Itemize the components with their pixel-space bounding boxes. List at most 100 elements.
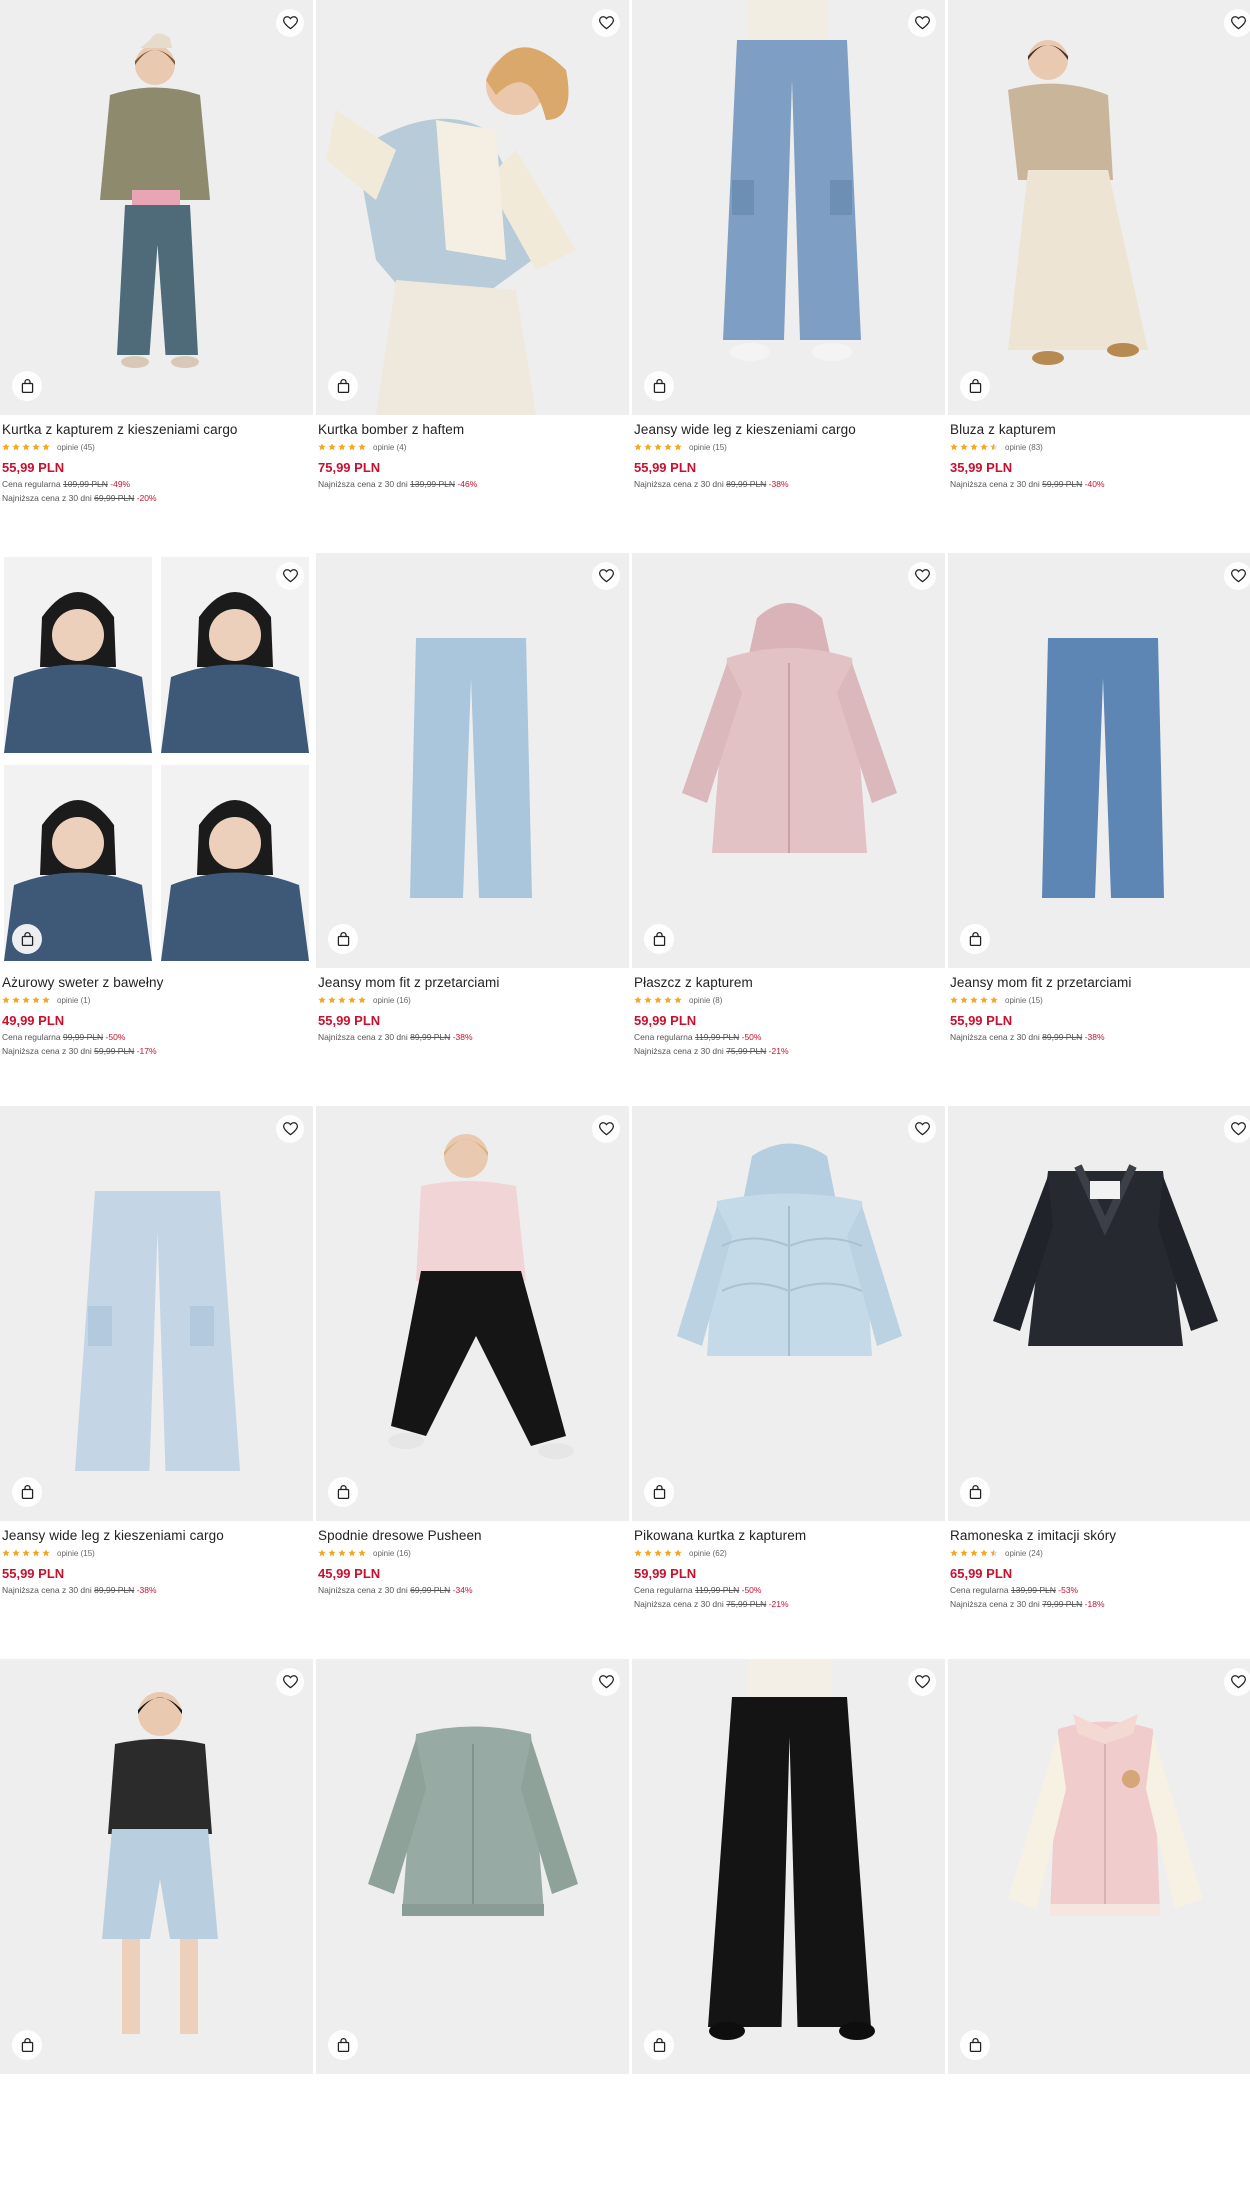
shopping-bag-icon[interactable] (328, 1477, 358, 1507)
heart-icon[interactable] (1224, 562, 1250, 590)
product-image[interactable] (316, 1659, 629, 2074)
product-name[interactable]: Płaszcz z kapturem (634, 975, 945, 990)
product-name[interactable]: Spodnie dresowe Pusheen (318, 1528, 629, 1543)
shopping-bag-icon[interactable] (644, 1477, 674, 1507)
heart-icon[interactable] (276, 1668, 304, 1696)
product-image[interactable] (632, 1659, 945, 2074)
product-rating: opinie (4) (318, 442, 629, 452)
heart-icon[interactable] (276, 9, 304, 37)
product-card[interactable]: Spodnie dresowe Pusheen opinie (16) 45,9… (316, 1106, 629, 1659)
product-name[interactable]: Bluza z kapturem (950, 422, 1250, 437)
shopping-bag-icon[interactable] (12, 924, 42, 954)
product-image[interactable] (316, 553, 629, 968)
lowest-price-old: 139,99 PLN (410, 479, 456, 489)
product-price: 55,99 PLN (318, 1013, 381, 1028)
product-name[interactable]: Jeansy mom fit z przetarciami (318, 975, 629, 990)
shopping-bag-icon[interactable] (960, 1477, 990, 1507)
product-card[interactable]: Jeansy wide leg z kieszeniami cargo opin… (632, 0, 945, 553)
lowest-price-discount: -38% (452, 1032, 473, 1042)
product-photo (948, 553, 1250, 968)
heart-icon[interactable] (908, 1668, 936, 1696)
product-image[interactable] (948, 1106, 1250, 1521)
product-image[interactable] (948, 1659, 1250, 2074)
heart-icon[interactable] (592, 9, 620, 37)
heart-icon[interactable] (908, 9, 936, 37)
product-image[interactable] (316, 1106, 629, 1521)
product-card[interactable] (632, 1659, 945, 2212)
heart-icon[interactable] (592, 1668, 620, 1696)
shopping-bag-icon[interactable] (644, 2030, 674, 2060)
product-name[interactable]: Kurtka bomber z haftem (318, 422, 629, 437)
product-card[interactable]: Kurtka bomber z haftem opinie (4) 75,99 … (316, 0, 629, 553)
shopping-bag-icon[interactable] (328, 924, 358, 954)
product-price: 59,99 PLN (634, 1566, 697, 1581)
regular-price-discount: -50% (741, 1032, 762, 1042)
regular-price-old: 139,99 PLN (1010, 1585, 1056, 1595)
product-card[interactable]: Jeansy wide leg z kieszeniami cargo opin… (0, 1106, 313, 1659)
product-name[interactable]: Jeansy mom fit z przetarciami (950, 975, 1250, 990)
heart-icon[interactable] (908, 562, 936, 590)
star-icon (12, 443, 20, 451)
shopping-bag-icon[interactable] (12, 2030, 42, 2060)
heart-icon[interactable] (276, 1115, 304, 1143)
product-image[interactable] (0, 1106, 313, 1521)
product-card[interactable] (948, 1659, 1250, 2212)
shopping-bag-icon[interactable] (644, 924, 674, 954)
product-image[interactable] (632, 553, 945, 968)
star-icon (2, 996, 10, 1004)
shopping-bag-icon[interactable] (644, 371, 674, 401)
heart-icon[interactable] (1224, 9, 1250, 37)
product-image[interactable] (0, 553, 313, 968)
shopping-bag-icon[interactable] (12, 1477, 42, 1507)
product-card[interactable]: Płaszcz z kapturem opinie (8) 59,99 PLN C… (632, 553, 945, 1106)
review-count: opinie (83) (1005, 442, 1043, 452)
heart-icon[interactable] (1224, 1115, 1250, 1143)
product-name[interactable]: Ażurowy sweter z bawełny (2, 975, 313, 990)
product-name[interactable]: Jeansy wide leg z kieszeniami cargo (2, 1528, 313, 1543)
product-card[interactable]: Jeansy mom fit z przetarciami opinie (16… (316, 553, 629, 1106)
product-card[interactable]: Kurtka z kapturem z kieszeniami cargo op… (0, 0, 313, 553)
rating-stars (950, 1549, 998, 1557)
heart-icon[interactable] (592, 1115, 620, 1143)
lowest-price-label: Najniższa cena z 30 dni (950, 1032, 1040, 1042)
heart-icon[interactable] (592, 562, 620, 590)
product-card[interactable]: Pikowana kurtka z kapturem opinie (62) 5… (632, 1106, 945, 1659)
review-count: opinie (1) (57, 995, 91, 1005)
product-card[interactable]: Jeansy mom fit z przetarciami opinie (15… (948, 553, 1250, 1106)
heart-icon[interactable] (1224, 1668, 1250, 1696)
star-icon (42, 996, 50, 1004)
product-card[interactable]: Ramoneska z imitacji skóry opinie (24) 6… (948, 1106, 1250, 1659)
heart-icon[interactable] (276, 562, 304, 590)
shopping-bag-icon[interactable] (960, 2030, 990, 2060)
product-image[interactable] (948, 553, 1250, 968)
product-name[interactable]: Pikowana kurtka z kapturem (634, 1528, 945, 1543)
product-image[interactable] (0, 0, 313, 415)
star-icon (950, 443, 958, 451)
product-rating: opinie (62) (634, 1548, 945, 1558)
lowest-price-old: 75,99 PLN (726, 1599, 767, 1609)
product-name[interactable]: Jeansy wide leg z kieszeniami cargo (634, 422, 945, 437)
product-info: Spodnie dresowe Pusheen opinie (16) 45,9… (316, 1521, 629, 1595)
product-image[interactable] (632, 1106, 945, 1521)
shopping-bag-icon[interactable] (328, 2030, 358, 2060)
product-image[interactable] (0, 1659, 313, 2074)
shopping-bag-icon[interactable] (328, 371, 358, 401)
product-info: Bluza z kapturem opinie (83) 35,99 PLN Na… (948, 415, 1250, 489)
product-photo (632, 553, 945, 968)
heart-icon[interactable] (908, 1115, 936, 1143)
product-image[interactable] (316, 0, 629, 415)
product-card[interactable]: Bluza z kapturem opinie (83) 35,99 PLN Na… (948, 0, 1250, 553)
regular-price-line: Cena regularna 99,99 PLN -50% (2, 1032, 313, 1042)
product-name[interactable]: Ramoneska z imitacji skóry (950, 1528, 1250, 1543)
product-name[interactable]: Kurtka z kapturem z kieszeniami cargo (2, 422, 313, 437)
product-image[interactable] (948, 0, 1250, 415)
product-image[interactable] (632, 0, 945, 415)
product-card[interactable] (316, 1659, 629, 2212)
rating-stars (950, 443, 998, 451)
product-card[interactable]: Ażurowy sweter z bawełny opinie (1) 49,9… (0, 553, 313, 1106)
product-card[interactable] (0, 1659, 313, 2212)
shopping-bag-icon[interactable] (12, 371, 42, 401)
shopping-bag-icon[interactable] (960, 371, 990, 401)
lowest-price-old: 69,99 PLN (410, 1585, 451, 1595)
shopping-bag-icon[interactable] (960, 924, 990, 954)
